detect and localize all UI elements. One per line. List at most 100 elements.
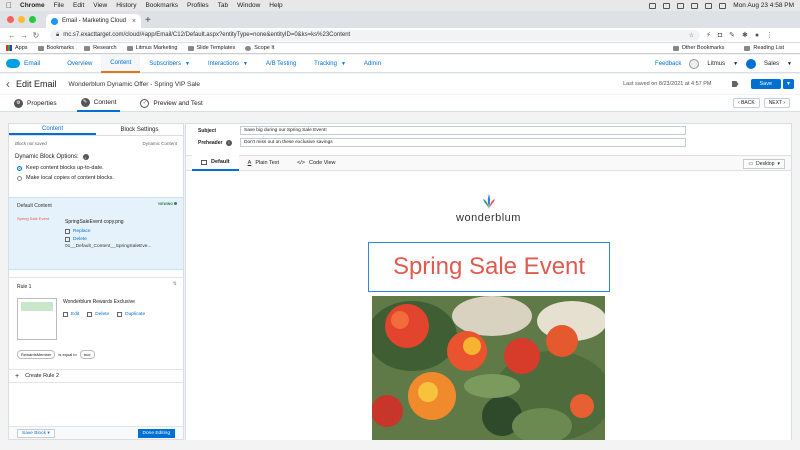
business-unit-icon[interactable] xyxy=(746,58,757,69)
menu-profiles[interactable]: Profiles xyxy=(187,2,209,9)
puzzle-extensions-icon[interactable]: ✱ xyxy=(742,31,748,39)
rule-condition[interactable]: RewardsMember is equal to true xyxy=(17,350,95,359)
tag-icon[interactable] xyxy=(731,81,739,87)
business-unit-name[interactable]: Sales xyxy=(764,61,779,67)
option-local-copies[interactable]: Make local copies of content blocks. xyxy=(9,173,183,183)
menu-window[interactable]: Window xyxy=(237,2,260,9)
info-icon[interactable]: i xyxy=(82,154,89,160)
step-properties[interactable]: ⚙ Properties xyxy=(10,95,61,112)
search-icon[interactable] xyxy=(705,2,713,9)
lock-icon[interactable]: 🔒︎ xyxy=(56,32,59,39)
menu-tab[interactable]: Tab xyxy=(218,2,228,9)
battery-icon[interactable] xyxy=(677,2,685,9)
nav-tab-interactions[interactable]: Interactions ▼ xyxy=(199,55,257,73)
bookmark-apps[interactable]: Apps xyxy=(6,45,28,51)
flower-hero-image[interactable] xyxy=(372,296,605,440)
nav-tab-content[interactable]: Content xyxy=(101,54,141,73)
save-block-button[interactable]: Save Block ▾ xyxy=(17,428,55,438)
forward-nav-icon[interactable]: → xyxy=(18,31,30,40)
default-content-card[interactable]: Default Content VIEWING Spring Sale Even… xyxy=(9,197,183,270)
back-button[interactable]: ‹ BACK xyxy=(733,98,760,108)
bookmark-research[interactable]: Research xyxy=(84,45,117,51)
new-tab-button[interactable]: + xyxy=(145,15,151,26)
step-content[interactable]: ✎ Content xyxy=(76,95,121,112)
bookmark-bookmarks[interactable]: Bookmarks xyxy=(37,45,74,51)
menu-help[interactable]: Help xyxy=(269,2,282,9)
menu-history[interactable]: History xyxy=(116,2,136,9)
next-button[interactable]: NEXT › xyxy=(763,98,790,108)
save-dropdown-button[interactable]: ▼ xyxy=(782,79,794,89)
save-button[interactable]: Save xyxy=(750,79,782,89)
feedback-link[interactable]: Feedback xyxy=(655,61,681,67)
delete-link[interactable]: Delete xyxy=(65,237,87,242)
tab-plain-text[interactable]: A Plain Text xyxy=(239,155,288,171)
radio-selected[interactable] xyxy=(17,165,22,171)
chrome-menu-icon[interactable]: ⋮ xyxy=(766,31,773,39)
replace-link[interactable]: Replace xyxy=(65,229,91,234)
close-tab-icon[interactable]: × xyxy=(132,18,136,25)
rule-1-card[interactable]: Rule 1 ⇅ Wonderblum Rewards Exclusive Ed… xyxy=(9,277,183,364)
nav-tab-ab-testing[interactable]: A/B Testing xyxy=(257,55,305,73)
rule-duplicate-link[interactable]: Duplicate xyxy=(117,312,145,317)
info-icon[interactable]: i xyxy=(226,139,232,146)
email-canvas[interactable]: wonderblum Spring Sale Event xyxy=(186,172,791,440)
close-window-icon[interactable] xyxy=(7,16,14,23)
back-nav-icon[interactable]: ← xyxy=(6,31,18,40)
preheader-input[interactable]: Don't miss out on these exclusive saving… xyxy=(240,138,686,147)
control-center-icon[interactable] xyxy=(719,2,727,9)
nav-tab-subscribers[interactable]: Subscribers ▼ xyxy=(140,55,199,73)
hero-text-block[interactable]: Spring Sale Event xyxy=(368,242,610,292)
bookmark-other[interactable]: Other Bookmarks xyxy=(672,45,724,51)
profile-avatar[interactable]: ● xyxy=(755,32,759,39)
status-app-icon[interactable] xyxy=(663,2,671,9)
done-editing-button[interactable]: Done Editing xyxy=(137,428,175,438)
rule-content-thumbnail[interactable] xyxy=(17,298,57,340)
menu-clock[interactable]: Mon Aug 23 4:58 PM xyxy=(733,2,794,9)
bookmark-slide-templates[interactable]: Slide Templates xyxy=(187,45,235,51)
bookmark-reading-list[interactable]: Reading List xyxy=(744,45,784,51)
chevron-down-icon[interactable]: ▼ xyxy=(787,61,792,67)
menu-chrome[interactable]: Chrome xyxy=(20,2,45,9)
menu-edit[interactable]: Edit xyxy=(73,2,84,9)
radio-unselected[interactable] xyxy=(17,175,22,181)
zoom-window-icon[interactable] xyxy=(29,16,36,23)
camera-extension-icon[interactable]: ◘ xyxy=(718,32,722,39)
reload-icon[interactable]: ↻ xyxy=(30,31,42,40)
reorder-arrow-icon[interactable]: ⇅ xyxy=(173,281,177,287)
url-input[interactable]: 🔒︎ mc.s7.exacttarget.com/cloud/#app/Emai… xyxy=(50,29,700,41)
tab-default[interactable]: Default xyxy=(192,155,239,171)
tab-block-settings[interactable]: Block Settings xyxy=(96,124,183,135)
user-avatar[interactable] xyxy=(689,58,700,69)
menu-file[interactable]: File xyxy=(54,2,64,9)
wifi-icon[interactable] xyxy=(691,2,699,9)
chevron-down-icon[interactable]: ▼ xyxy=(733,61,738,67)
tab-content[interactable]: Content xyxy=(9,124,96,135)
nav-tab-admin[interactable]: Admin xyxy=(355,55,390,73)
option-keep-up-to-date[interactable]: Keep content blocks up-to-date. xyxy=(9,163,183,173)
step-preview-and-test[interactable]: ✓ Preview and Test xyxy=(136,95,206,112)
device-select[interactable]: ▭ Desktop ▾ xyxy=(743,159,785,169)
status-app-icon[interactable] xyxy=(649,2,657,9)
bookmark-star-icon[interactable]: ☆ xyxy=(689,32,694,39)
nav-tab-tracking[interactable]: Tracking ▼ xyxy=(305,55,355,73)
extension-icon[interactable]: ⚡ xyxy=(706,31,711,39)
nav-tab-overview[interactable]: Overview xyxy=(58,55,101,73)
browser-tab[interactable]: Email - Marketing Cloud × xyxy=(46,14,141,28)
menu-bookmarks[interactable]: Bookmarks xyxy=(145,2,178,9)
salesforce-cloud-icon[interactable] xyxy=(6,59,20,68)
menu-view[interactable]: View xyxy=(93,2,107,9)
subject-input[interactable]: Save big during our Spring Sale Event! xyxy=(240,126,686,135)
rule-delete-link[interactable]: Delete xyxy=(87,312,109,317)
tab-code-view[interactable]: </> Code View xyxy=(288,155,344,171)
bookmark-litmus-marketing[interactable]: Litmus Marketing xyxy=(126,45,178,51)
minimize-window-icon[interactable] xyxy=(18,16,25,23)
create-rule-button[interactable]: + Create Rule 2 xyxy=(9,369,183,383)
bookmark-scope-it[interactable]: Scope It xyxy=(245,45,274,51)
apple-icon[interactable]:  xyxy=(6,1,12,10)
pen-extension-icon[interactable]: ✎ xyxy=(729,31,735,39)
default-content-thumbnail[interactable]: Spring Sale Event xyxy=(17,216,59,230)
app-name[interactable]: Email xyxy=(24,60,40,67)
account-name[interactable]: Litmus xyxy=(707,61,725,67)
rule-edit-link[interactable]: Edit xyxy=(63,312,79,317)
back-arrow-icon[interactable]: ‹ xyxy=(6,77,10,91)
